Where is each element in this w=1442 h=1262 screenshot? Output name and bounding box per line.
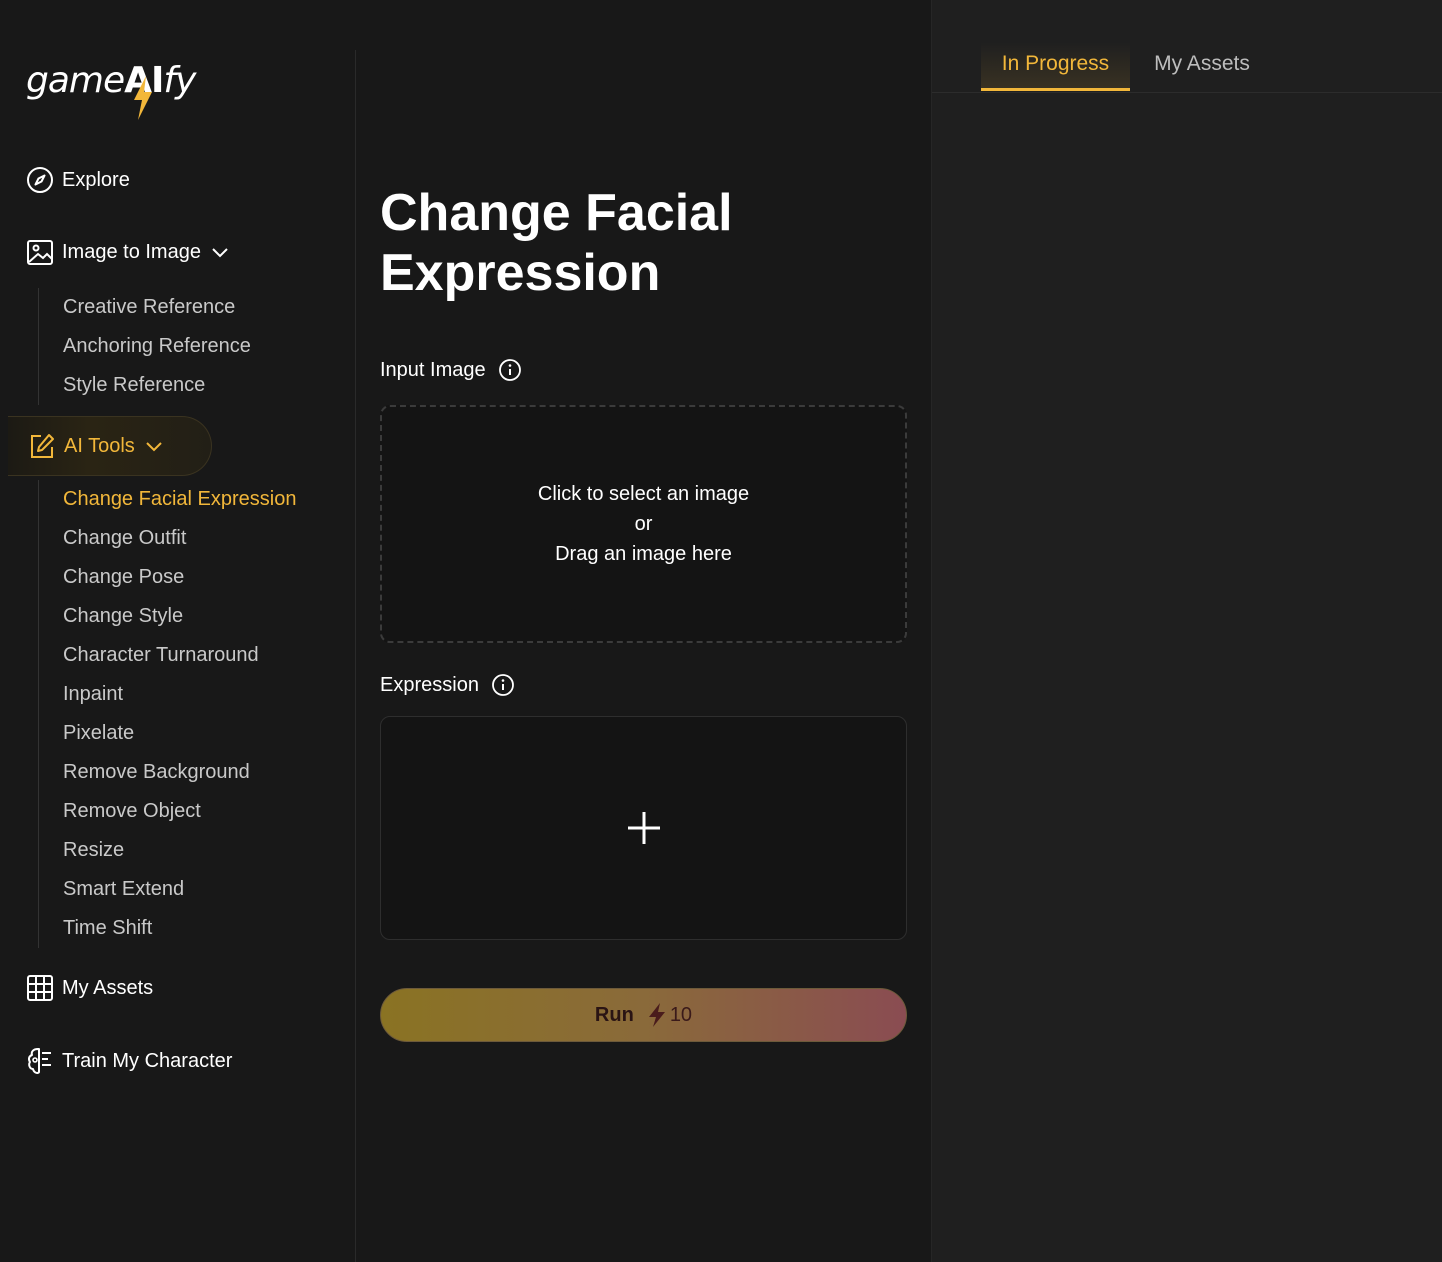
bolt-icon bbox=[648, 1003, 665, 1027]
ai-tools-submenu: Change Facial Expression Change Outfit C… bbox=[38, 480, 296, 948]
sidebar: game AI fy Explore Image to Image Creati… bbox=[0, 0, 355, 1262]
chevron-down-icon bbox=[146, 442, 162, 452]
bolt-logo-icon bbox=[134, 75, 153, 120]
expression-label-text: Expression bbox=[380, 673, 479, 696]
dropzone-line-3: Drag an image here bbox=[555, 543, 732, 565]
logo-text-left: game bbox=[26, 59, 125, 101]
plus-icon bbox=[627, 812, 660, 844]
right-panel: In Progress My Assets bbox=[931, 0, 1442, 1262]
run-cost: 10 bbox=[646, 1002, 692, 1028]
sidebar-item-change-style[interactable]: Change Style bbox=[63, 597, 296, 636]
nav-train-my-character[interactable]: Train My Character bbox=[26, 1046, 232, 1076]
add-expression-box[interactable] bbox=[380, 716, 907, 940]
logo-text-right: fy bbox=[163, 59, 196, 101]
nav-image-to-image-label: Image to Image bbox=[62, 240, 201, 263]
sidebar-item-remove-background[interactable]: Remove Background bbox=[63, 753, 296, 792]
sidebar-item-change-outfit[interactable]: Change Outfit bbox=[63, 519, 296, 558]
dropzone-line-1: Click to select an image bbox=[537, 483, 750, 505]
nav-image-to-image[interactable]: Image to Image bbox=[26, 238, 231, 266]
sidebar-item-character-turnaround[interactable]: Character Turnaround bbox=[63, 636, 296, 675]
tab-in-progress[interactable]: In Progress bbox=[981, 42, 1130, 91]
nav-my-assets-label: My Assets bbox=[62, 976, 154, 999]
sidebar-item-time-shift[interactable]: Time Shift bbox=[63, 909, 296, 948]
nav-explore-label: Explore bbox=[62, 168, 130, 191]
logo-text-ai: AI bbox=[124, 60, 164, 120]
sidebar-item-remove-object[interactable]: Remove Object bbox=[63, 792, 296, 831]
image-icon bbox=[27, 240, 53, 265]
sidebar-item-style-reference[interactable]: Style Reference bbox=[63, 366, 251, 405]
input-image-label-text: Input Image bbox=[380, 358, 486, 381]
edit-icon bbox=[31, 434, 54, 458]
nav-explore[interactable]: Explore bbox=[26, 166, 130, 194]
sidebar-item-change-pose[interactable]: Change Pose bbox=[63, 558, 296, 597]
info-icon[interactable] bbox=[498, 358, 522, 382]
page-title: Change Facial Expression bbox=[380, 184, 733, 302]
sidebar-item-inpaint[interactable]: Inpaint bbox=[63, 675, 296, 714]
sidebar-item-anchoring-reference[interactable]: Anchoring Reference bbox=[63, 327, 251, 366]
sidebar-item-change-facial-expression[interactable]: Change Facial Expression bbox=[63, 480, 296, 519]
grid-icon bbox=[27, 975, 53, 1001]
nav-ai-tools-label: AI Tools bbox=[64, 434, 135, 457]
dropzone-line-2: or bbox=[634, 513, 653, 535]
nav-train-my-character-label: Train My Character bbox=[62, 1049, 233, 1072]
image-dropzone[interactable]: Click to select an image or Drag an imag… bbox=[380, 405, 907, 643]
sidebar-item-creative-reference[interactable]: Creative Reference bbox=[63, 288, 251, 327]
compass-icon bbox=[27, 167, 53, 193]
image-to-image-submenu: Creative Reference Anchoring Reference S… bbox=[38, 288, 251, 405]
logo[interactable]: game AI fy bbox=[26, 50, 196, 120]
sidebar-item-pixelate[interactable]: Pixelate bbox=[63, 714, 296, 753]
run-button[interactable]: Run 10 bbox=[380, 988, 907, 1042]
nav-my-assets[interactable]: My Assets bbox=[26, 974, 153, 1002]
sidebar-item-resize[interactable]: Resize bbox=[63, 831, 296, 870]
run-button-label: Run bbox=[594, 1003, 634, 1026]
brain-icon bbox=[27, 1048, 51, 1074]
tabs-bar: In Progress My Assets bbox=[932, 42, 1442, 93]
nav-ai-tools[interactable]: AI Tools bbox=[8, 416, 212, 476]
main-content: Change Facial Expression Input Image Cli… bbox=[356, 0, 931, 1262]
sidebar-item-smart-extend[interactable]: Smart Extend bbox=[63, 870, 296, 909]
run-cost-value: 10 bbox=[669, 1003, 693, 1026]
tab-my-assets[interactable]: My Assets bbox=[1142, 42, 1262, 91]
info-icon[interactable] bbox=[491, 673, 515, 697]
expression-label: Expression bbox=[380, 673, 515, 697]
chevron-down-icon bbox=[212, 248, 228, 258]
input-image-label: Input Image bbox=[380, 358, 522, 382]
